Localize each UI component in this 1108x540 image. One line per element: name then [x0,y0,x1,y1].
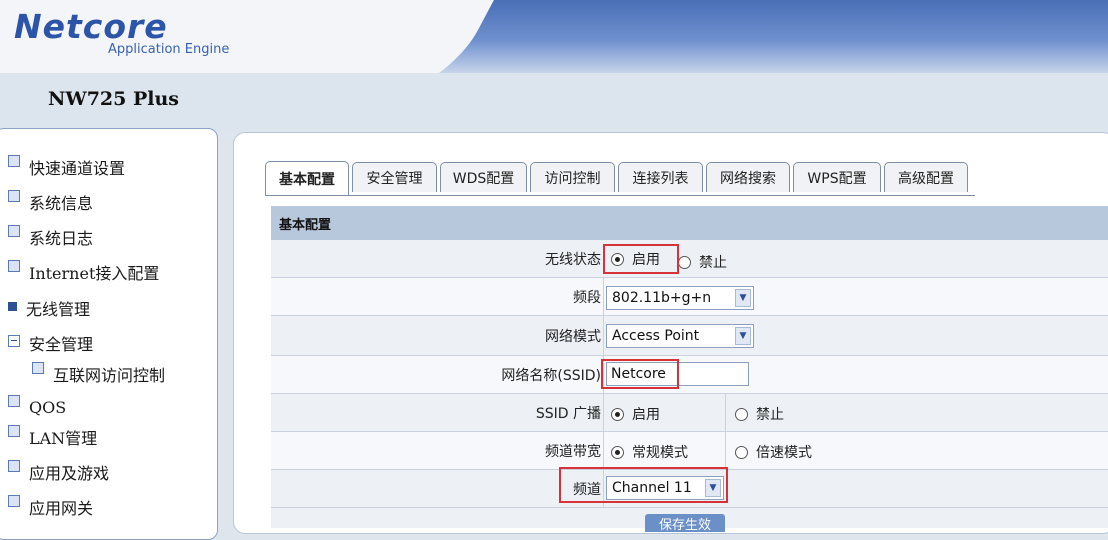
save-button[interactable]: 保存生效 [645,514,725,532]
sidebar-item-wireless[interactable]: 无线管理 [8,295,90,321]
tab-advanced[interactable]: 高级配置 [884,162,968,192]
sidebar-item-qos[interactable]: QOS [8,394,66,420]
band-label: 频段 [573,289,601,306]
bandwidth-normal[interactable]: 常规模式 [611,442,688,462]
radio-label: 启用 [632,407,660,423]
tab-wps[interactable]: WPS配置 [793,162,881,192]
column-divider [725,394,726,431]
tab-divider [265,195,975,196]
sidebar-item-label: 安全管理 [29,335,94,354]
sidebar-item-label: 系统信息 [29,194,94,213]
tab-basic-config[interactable]: 基本配置 [265,161,349,195]
sidebar-item-system-info[interactable]: 系统信息 [8,189,93,215]
square-icon [8,495,20,507]
column-divider [603,316,604,355]
tab-access-control[interactable]: 访问控制 [530,162,615,192]
tab-wds[interactable]: WDS配置 [440,162,527,192]
band-value: 802.11b+g+n [612,290,712,306]
sidebar-item-quick-setup[interactable]: 快速通道设置 [8,154,125,180]
sidebar-item-internet[interactable]: Internet接入配置 [8,259,159,285]
column-divider [603,278,604,315]
sidebar-item-label: 系统日志 [29,229,94,248]
mode-label: 网络模式 [545,328,601,345]
sidebar-item-apps-games[interactable]: 应用及游戏 [8,459,109,485]
tab-network-search[interactable]: 网络搜索 [706,162,790,192]
channel-value: Channel 11 [612,480,692,496]
radio-on-icon[interactable] [611,407,624,421]
device-model: NW725 Plus [48,88,179,110]
tab-connection-list[interactable]: 连接列表 [618,162,703,192]
form-row-bandwidth: 频道带宽 [271,432,1108,470]
column-divider [603,394,604,431]
radio-label: 倍速模式 [756,445,812,461]
wireless-status-off[interactable]: 禁止 [678,252,727,272]
ssid-broadcast-on[interactable]: 启用 [611,404,660,424]
sidebar-item-system-log[interactable]: 系统日志 [8,224,93,250]
sidebar-item-label: LAN管理 [29,429,98,448]
arrow-right-icon [8,301,17,311]
bandwidth-label: 频道带宽 [545,443,601,460]
radio-label: 禁止 [756,407,784,423]
column-divider [603,470,604,507]
ssid-label: 网络名称(SSID) [501,367,601,384]
square-icon [8,225,20,237]
sidebar-item-internet-access-control[interactable]: 互联网访问控制 [32,361,165,387]
mode-value: Access Point [612,328,700,344]
ssid-broadcast-off[interactable]: 禁止 [735,404,784,424]
form-row-ssid-broadcast: SSID 广播 [271,394,1108,432]
wireless-status-label: 无线状态 [545,251,601,268]
mode-select[interactable]: Access Point ▼ [606,324,754,348]
sidebar-item-label: Internet接入配置 [29,264,160,283]
minus-icon [8,335,20,347]
square-icon [32,362,44,374]
chevron-down-icon: ▼ [735,289,751,307]
radio-label: 启用 [632,252,660,268]
sidebar-item-label: 快速通道设置 [29,159,126,178]
column-divider [603,432,604,469]
channel-select[interactable]: Channel 11 ▼ [606,476,724,500]
ssid-input[interactable]: Netcore [606,362,749,386]
bandwidth-double[interactable]: 倍速模式 [735,442,812,462]
tab-security[interactable]: 安全管理 [352,162,437,192]
chevron-down-icon: ▼ [735,327,751,345]
logo-subtitle: Application Engine [108,42,230,57]
radio-on-icon[interactable] [611,445,624,459]
channel-label: 频道 [573,481,601,498]
sidebar-item-label: 互联网访问控制 [53,366,166,385]
sidebar-item-label: QOS [29,397,67,417]
radio-label: 常规模式 [632,445,688,461]
header-banner: Netcore Application Engine [0,0,1108,73]
sidebar-item-lan[interactable]: LAN管理 [8,424,97,450]
sidebar-item-app-gateway[interactable]: 应用网关 [8,494,93,520]
square-icon [8,460,20,472]
radio-on-icon[interactable] [611,252,624,266]
radio-off-icon[interactable] [735,407,748,421]
radio-off-icon[interactable] [678,255,691,269]
square-icon [8,260,20,272]
square-icon [8,155,20,167]
radio-off-icon[interactable] [735,445,748,459]
sidebar-item-security[interactable]: 安全管理 [8,330,93,356]
square-icon [8,425,20,437]
netcore-logo: Netcore [14,7,168,46]
sidebar-item-label: 无线管理 [26,300,91,319]
ssid-broadcast-label: SSID 广播 [535,405,601,422]
sidebar-item-label: 应用网关 [29,499,94,518]
radio-label: 禁止 [699,255,727,271]
band-select[interactable]: 802.11b+g+n ▼ [606,286,754,310]
square-icon [8,190,20,202]
column-divider [725,432,726,469]
square-icon [8,395,20,407]
column-divider [603,356,604,393]
sidebar-item-label: 应用及游戏 [29,464,110,483]
section-title: 基本配置 [271,206,1108,240]
chevron-down-icon: ▼ [705,479,721,497]
wireless-status-on[interactable]: 启用 [611,249,660,269]
